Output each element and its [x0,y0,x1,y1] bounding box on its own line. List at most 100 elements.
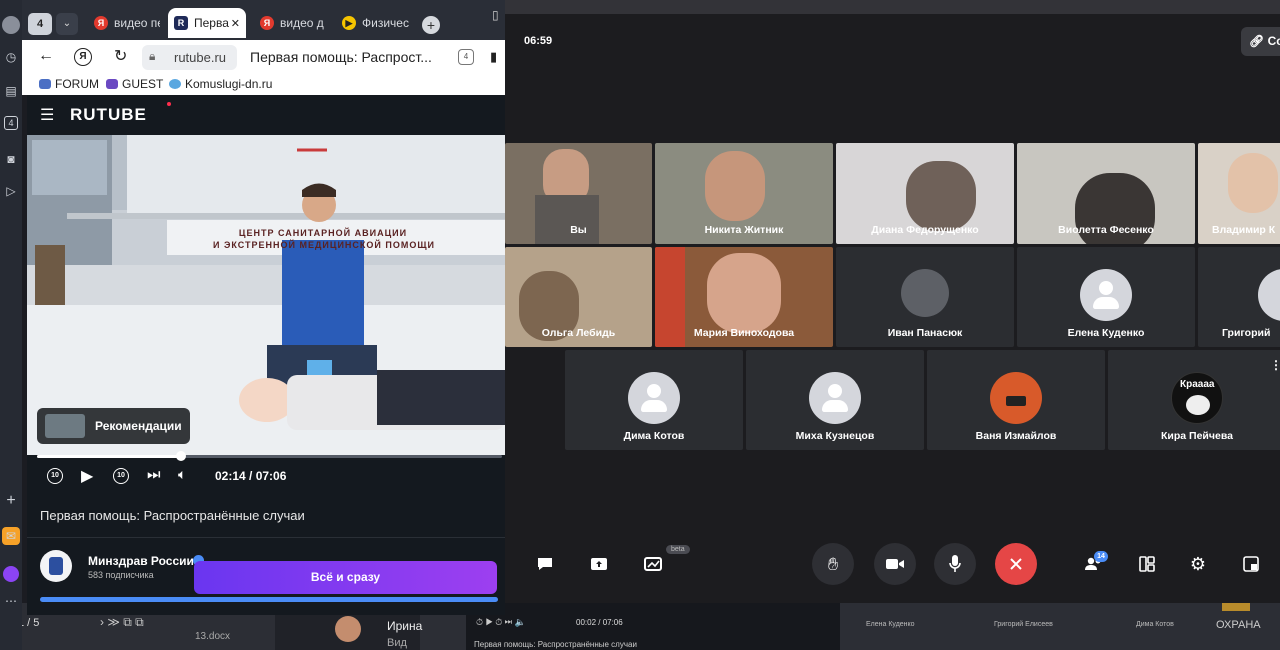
participant-photo [990,372,1042,424]
participant-tile-olga[interactable]: Ольга Лебидь [505,247,652,347]
participant-photo [901,269,949,317]
video-info: Первая помощь: Распространённые случаи М… [27,495,505,615]
extension-badge[interactable]: 4 [458,49,474,65]
progress-knob[interactable] [176,451,187,461]
yandex-icon[interactable]: Я [74,48,92,66]
address-pill[interactable]: 🔒︎ rutube.ru [142,45,237,70]
profile-avatar[interactable] [2,16,20,34]
layout-icon[interactable] [1136,553,1158,575]
bookmark-add-icon[interactable]: ▮ [490,49,497,65]
participant-tile-diana[interactable]: Диана Федорущенко [836,143,1014,244]
lock-icon: 🔒︎ [149,49,156,63]
play-icon[interactable]: ▷ [2,182,20,200]
link-icon: 🔗︎ [1249,34,1265,48]
microphone-icon [949,555,961,572]
right-text: ОХРАНА [1216,619,1261,631]
participant-name: Кира Пейчева [1161,430,1233,442]
participant-tile-kira[interactable]: Краааа Кира Пейчева ⋮ [1108,350,1280,450]
bookmark-forum[interactable]: FORUM [39,77,99,91]
participant-tile-nikita[interactable]: Никита Житник [655,143,833,244]
camera-icon[interactable]: ◙ [2,150,20,168]
close-icon[interactable]: ✕ [231,17,240,30]
participant-tile-vladimir[interactable]: Владимир К [1198,143,1280,244]
tab-video-1[interactable]: Я видео пе [88,8,160,38]
person-name: Ирина [387,619,423,633]
copy-link-button[interactable]: 🔗︎ Co [1241,27,1280,56]
share-screen-icon[interactable] [588,553,610,575]
forum-icon [39,79,51,89]
more-options-icon[interactable]: ⋮ [1270,358,1280,372]
participant-tile-violetta[interactable]: Виолетта Фесенко [1017,143,1195,244]
recommendations-button[interactable]: Рекомендации [37,408,190,444]
bookmark-komuslugi[interactable]: Komuslugi-dn.ru [169,77,272,91]
volume-icon[interactable]: 🔈︎ [178,466,186,483]
whiteboard-icon[interactable] [642,553,664,575]
participant-tile-dima[interactable]: Дима Котов [565,350,743,450]
bookmark-guest[interactable]: GUEST [106,77,163,91]
participant-tile-ivan[interactable]: Иван Панасюк [836,247,1014,347]
video-frame[interactable]: ЦЕНТР САНИТАРНОЙ АВИАЦИИ И ЭКСТРЕННОЙ МЕ… [27,135,505,460]
hand-icon: ✋︎ [827,553,839,574]
tab-video-2[interactable]: Я видео д [254,8,330,38]
person-avatar [335,616,361,642]
video-controls: 10 ▶ 10 ⏭ 🔈︎ 02:14 / 07:06 [27,451,505,495]
tab-rutube[interactable]: R Перва ✕ [168,8,246,38]
channel-avatar[interactable] [40,550,72,582]
play-icon[interactable]: ▶ [81,466,93,486]
participant-tile-miha[interactable]: Миха Кузнецов [746,350,924,450]
participant-tile-vanya[interactable]: Ваня Измайлов [927,350,1105,450]
close-icon [1010,558,1022,570]
tab-counter[interactable]: 4 [28,13,52,35]
participant-tile-maria[interactable]: Мария Виноходова [655,247,833,347]
all-at-once-button[interactable]: Всё и сразу [194,561,497,594]
next-icon[interactable]: ⏭ [147,466,161,483]
history-icon[interactable]: ◷ [2,48,20,66]
counter-icon[interactable]: 4 [4,116,18,130]
avatar [809,372,861,424]
bookmark-icon[interactable]: ▯ [492,8,499,22]
chat-icon[interactable] [534,553,556,575]
more-icon[interactable]: ⋯ [2,592,20,610]
add-icon[interactable]: + [2,492,20,510]
channel-name[interactable]: Минздрав России [88,554,194,568]
gear-icon[interactable]: ⚙︎ [1187,553,1209,575]
participant-name: Ваня Измайлов [975,430,1057,442]
video-sign-line2: И ЭКСТРЕННОЙ МЕДИЦИНСКОЙ ПОМОЩИ [213,240,435,250]
yandex-icon: Я [260,16,274,30]
microphone-button[interactable] [934,543,976,585]
mail-icon[interactable]: ✉ [2,527,20,545]
raise-hand-button[interactable]: ✋︎ [812,543,854,585]
end-call-button[interactable] [995,543,1037,585]
participant-name: Виолетта Фесенко [1058,224,1154,236]
meeting-clock: 06:59 [524,35,553,47]
bookmarks-bar: FORUM GUEST Komuslugi-dn.ru [22,75,505,95]
next-page-icon[interactable]: › ≫ ⧉ ⧉ [100,615,144,630]
page-title: Первая помощь: Распрост... [250,49,432,65]
menu-icon[interactable]: ☰ [40,105,54,125]
skip-back-icon[interactable]: 10 [47,468,63,484]
progress-fill [37,455,182,458]
reload-icon[interactable]: ↻ [114,46,127,66]
skip-forward-icon[interactable]: 10 [113,468,129,484]
minimize-window-icon[interactable] [1240,553,1262,575]
participant-name: Владимир К [1212,224,1276,236]
participant-tile-grigoriy[interactable]: Григорий [1198,247,1280,347]
progress-track[interactable] [37,451,502,461]
chevron-down-icon[interactable]: ⌄ [56,13,78,35]
avatar [628,372,680,424]
participant-name: Вы [570,224,587,236]
alice-icon[interactable] [3,566,19,582]
new-tab-button[interactable]: + [422,16,440,34]
person-sub: Вид [387,637,407,649]
recommendation-thumbnail [45,414,85,438]
tab-physical[interactable]: ▶ Физичес [336,8,412,38]
participant-tile-elena[interactable]: Елена Куденко [1017,247,1195,347]
recommendations-label: Рекомендации [95,419,182,433]
participant-name: Ольга Лебидь [541,327,616,339]
participant-tile-you[interactable]: Вы [505,143,652,244]
rutube-logo[interactable]: RUTUBE [70,105,147,125]
back-icon[interactable]: ← [38,47,54,65]
notes-icon[interactable]: ▤ [2,82,20,100]
snowflake-icon [169,79,181,89]
camera-button[interactable] [874,543,916,585]
